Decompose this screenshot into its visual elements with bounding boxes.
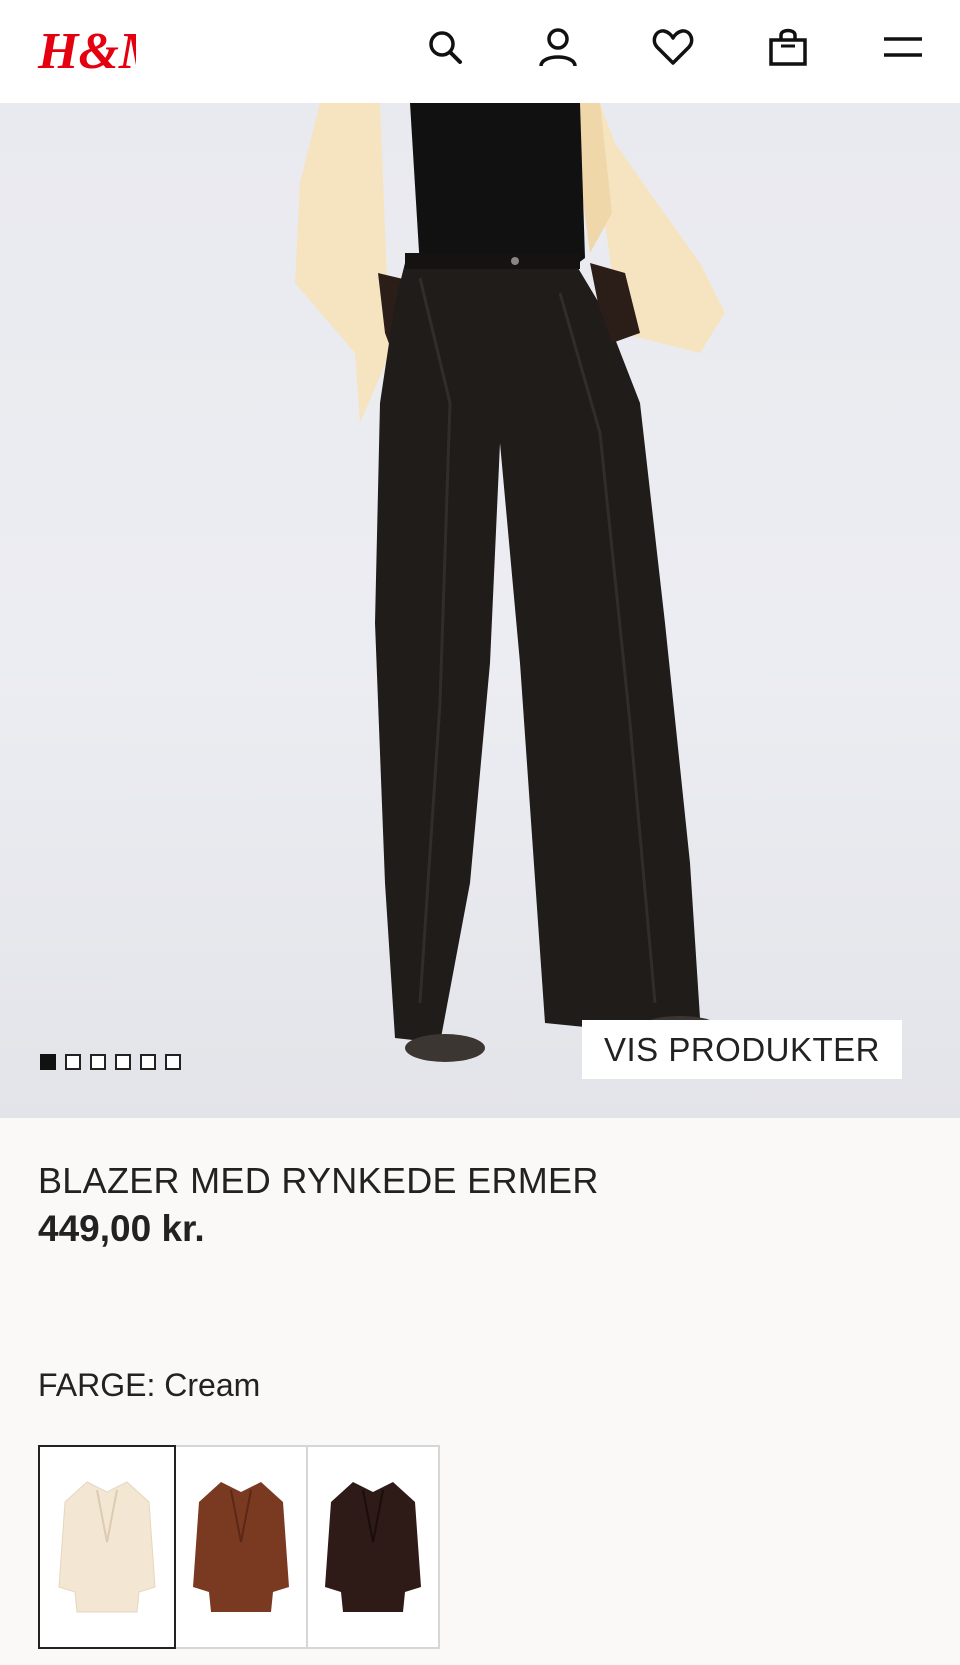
color-label: FARGE: Cream — [38, 1367, 261, 1403]
dark-brown-blazer-thumbnail — [325, 1482, 421, 1612]
product-price: 449,00 kr. — [38, 1208, 205, 1249]
bag-icon[interactable] — [763, 22, 813, 72]
product-photo-illustration — [295, 103, 725, 1062]
search-icon[interactable] — [420, 22, 470, 72]
carousel-dot[interactable] — [165, 1054, 181, 1070]
heart-icon[interactable] — [648, 22, 698, 72]
product-image[interactable] — [0, 103, 960, 1118]
swatch-brown[interactable] — [174, 1445, 308, 1649]
color-swatches — [38, 1445, 440, 1649]
hm-logo[interactable]: H&M — [36, 14, 167, 82]
carousel-dot[interactable] — [115, 1054, 131, 1070]
carousel-dot[interactable] — [90, 1054, 106, 1070]
swatch-cream[interactable] — [38, 1445, 176, 1649]
brown-blazer-thumbnail — [193, 1482, 289, 1612]
carousel-dot[interactable] — [40, 1054, 56, 1070]
menu-icon[interactable] — [878, 22, 928, 72]
show-products-button[interactable]: VIS PRODUKTER — [582, 1020, 902, 1079]
carousel-dot[interactable] — [65, 1054, 81, 1070]
account-icon[interactable] — [533, 22, 583, 72]
product-title: BLAZER MED RYNKEDE ERMER — [38, 1160, 599, 1201]
carousel-indicators — [40, 1054, 181, 1070]
carousel-dot[interactable] — [140, 1054, 156, 1070]
logo-text: H&M — [37, 23, 136, 80]
cream-blazer-thumbnail — [58, 1481, 156, 1613]
site-header: H&M — [0, 0, 960, 103]
swatch-dark-brown[interactable] — [306, 1445, 440, 1649]
